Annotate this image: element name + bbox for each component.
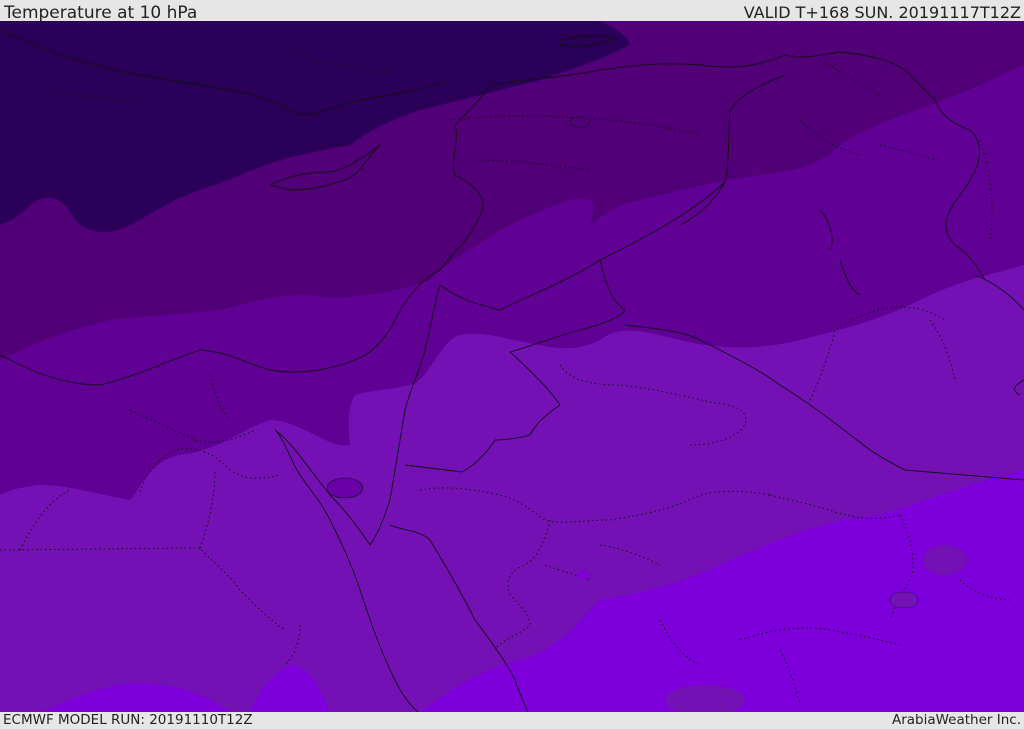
temperature-map[interactable] (0, 21, 1024, 712)
map-header: Temperature at 10 hPa VALID T+168 SUN. 2… (0, 0, 1024, 23)
lake-shape (569, 116, 591, 128)
map-footer: ECMWF MODEL RUN: 20191110T12Z ArabiaWeat… (0, 712, 1024, 729)
credit-label: ArabiaWeather Inc. (891, 712, 1021, 728)
lake-shape (326, 477, 364, 499)
lake-shape (923, 545, 967, 575)
lake-shape (889, 591, 919, 609)
model-run-label: ECMWF MODEL RUN: 20191110T12Z (3, 712, 253, 728)
page: Temperature at 10 hPa VALID T+168 SUN. 2… (0, 0, 1024, 729)
lake-shape (577, 571, 589, 579)
